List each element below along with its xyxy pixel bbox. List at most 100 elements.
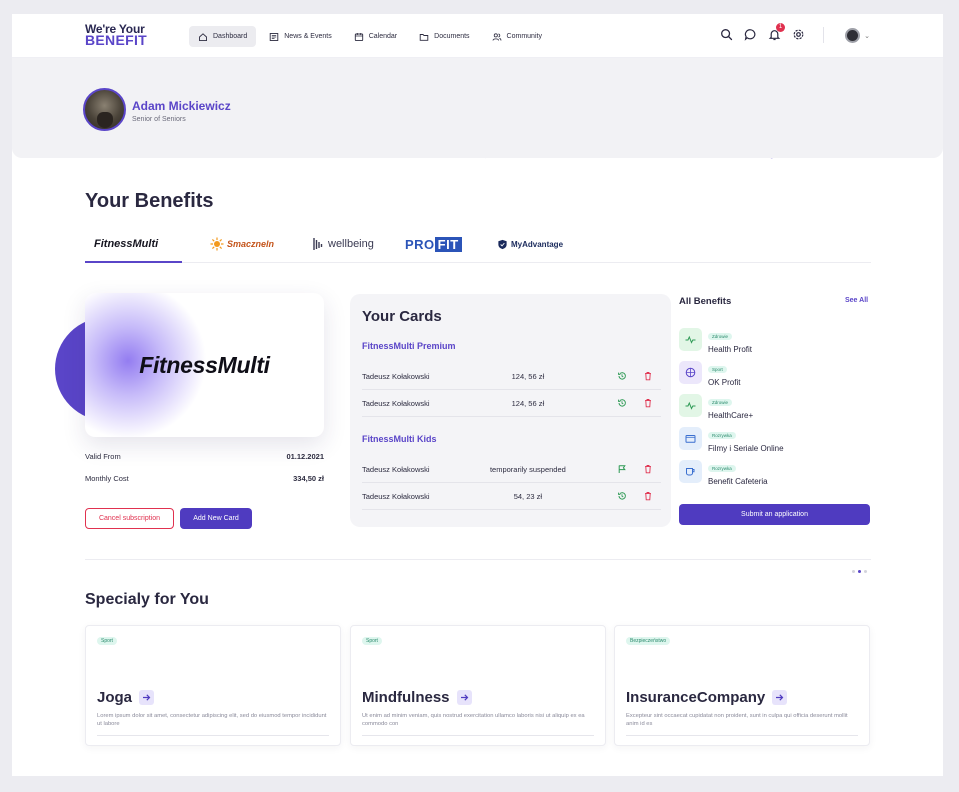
- arrow-right-button[interactable]: [772, 690, 788, 705]
- category-tag: Zdrowie: [708, 332, 733, 340]
- submit-application-button[interactable]: Submit an application: [679, 504, 870, 525]
- carousel-dot[interactable]: [852, 570, 855, 573]
- header-actions: 1: [720, 23, 805, 41]
- sun-logo-icon: [210, 237, 224, 251]
- arrow-right-button[interactable]: [139, 690, 155, 705]
- cancel-subscription-button[interactable]: Cancel subscription: [85, 508, 174, 529]
- category-tag: Rozrywka: [708, 464, 736, 472]
- card-group-title: FitnessMulti Premium: [362, 341, 456, 351]
- tab-smaczneln[interactable]: Smaczneln: [210, 226, 274, 262]
- offer-description: Excepteur sint occaecat cupidatat non pr…: [626, 713, 848, 727]
- benefit-name: Filmy i Seriale Online: [708, 443, 784, 453]
- nav-label: Calendar: [368, 33, 398, 40]
- benefit-text: Zdrowie HealthCare+: [708, 391, 753, 420]
- nav-label: Documents: [434, 33, 470, 40]
- delete-button[interactable]: [635, 371, 661, 381]
- trash-icon: [645, 399, 652, 408]
- arrow-right-icon: [460, 694, 468, 701]
- history-icon: [618, 372, 627, 380]
- cup-icon: [686, 467, 695, 475]
- category-tag: Zdrowie: [708, 398, 733, 406]
- benefit-name: OK Profit: [708, 377, 741, 387]
- offer-card-mindfulness[interactable]: Sport Mindfulness Ut enim ad minim venia…: [350, 625, 606, 746]
- card-divider: [362, 735, 594, 736]
- benefit-item-ok-profit[interactable]: Sport OK Profit: [679, 358, 869, 387]
- tab-profit[interactable]: PRO FIT: [405, 226, 462, 262]
- notifications-button[interactable]: 1: [768, 23, 785, 41]
- profile-header: Adam Mickiewicz Senior of Seniors: [12, 58, 943, 158]
- messages-button[interactable]: [744, 28, 757, 41]
- user-menu[interactable]: ⌄: [845, 28, 870, 43]
- chevron-down-icon: ⌄: [864, 32, 870, 40]
- category-tag: Rozrywka: [708, 431, 736, 439]
- tab-label: Smaczneln: [227, 239, 275, 249]
- search-icon: [721, 29, 733, 41]
- carousel-dot[interactable]: [864, 570, 867, 573]
- tab-label: FitnessMulti: [94, 238, 159, 250]
- notification-count-badge: 1: [776, 23, 785, 32]
- card-amount: 124, 56 zł: [511, 371, 545, 381]
- newspaper-icon: [270, 32, 279, 41]
- all-benefits-heading: All Benefits: [679, 296, 732, 307]
- carousel-dot-active[interactable]: [858, 570, 861, 573]
- table-row: Tadeusz Kołakowski 124, 56 zł: [362, 390, 661, 417]
- chat-bubble-icon: [744, 29, 756, 41]
- offer-title: Joga: [97, 689, 155, 706]
- special-heading: Specialy for You: [85, 591, 209, 608]
- category-tag: Sport: [708, 365, 727, 373]
- home-icon: [199, 32, 207, 41]
- delete-button[interactable]: [635, 398, 661, 408]
- benefit-item-cafeteria[interactable]: Rozrywka Benefit Cafeteria: [679, 459, 869, 486]
- history-button[interactable]: [609, 371, 635, 381]
- add-new-card-button[interactable]: Add New Card: [180, 508, 252, 529]
- offer-card-joga[interactable]: Sport Joga Lorem ipsum dolor sit amet, c…: [85, 625, 341, 746]
- see-all-link[interactable]: See All: [845, 297, 868, 304]
- section-divider: [85, 559, 871, 560]
- profile-role: Senior of Seniors: [132, 116, 186, 123]
- app-window: We're Your BENEFIT Dashboard News & Even…: [12, 14, 943, 776]
- benefit-item-health-profit[interactable]: Zdrowie Health Profit: [679, 327, 869, 354]
- nav-community[interactable]: Community: [483, 26, 551, 47]
- tab-fitnessmulti[interactable]: FitnessMulti: [85, 226, 182, 263]
- offer-title: Mindfulness: [362, 689, 472, 706]
- card-holder: Tadeusz Kołakowski: [362, 464, 430, 474]
- history-button[interactable]: [609, 491, 635, 501]
- profit-part-1: PRO: [405, 236, 435, 252]
- offer-card-insurance[interactable]: Bezpieczeństwo InsuranceCompany Excepteu…: [614, 625, 870, 746]
- trash-icon: [645, 372, 652, 381]
- bars-logo-icon: [313, 238, 323, 250]
- table-row: Tadeusz Kołakowski 124, 56 zł: [362, 363, 661, 390]
- profit-part-2: FIT: [434, 236, 462, 252]
- benefit-icon-box: [679, 327, 702, 351]
- nav-documents[interactable]: Documents: [410, 26, 478, 47]
- delete-button[interactable]: [635, 464, 661, 474]
- benefit-name: HealthCare+: [708, 410, 754, 420]
- benefit-text: Sport OK Profit: [708, 358, 740, 387]
- benefit-card-image[interactable]: FitnessMulti: [85, 293, 324, 437]
- offer-title-text: Joga: [97, 689, 133, 706]
- tab-wellbeing[interactable]: wellbeing: [313, 226, 374, 262]
- monthly-cost-row: Monthly Cost 334,50 zł: [85, 474, 324, 483]
- arrow-right-button[interactable]: [456, 690, 472, 705]
- history-button[interactable]: [609, 398, 635, 408]
- gear-icon: [793, 29, 804, 40]
- flag-button[interactable]: [609, 464, 635, 474]
- card-divider: [626, 735, 858, 736]
- search-button[interactable]: [720, 28, 733, 41]
- benefit-item-healthcare[interactable]: Zdrowie HealthCare+: [679, 391, 869, 420]
- benefit-item-filmy[interactable]: Rozrywka Filmy i Seriale Online: [679, 426, 869, 453]
- nav-calendar[interactable]: Calendar: [345, 26, 406, 47]
- delete-button[interactable]: [635, 491, 661, 501]
- brand-tabs: FitnessMulti Smaczneln wellbeing PRO FIT …: [85, 226, 871, 263]
- nav-dashboard[interactable]: Dashboard: [189, 26, 257, 47]
- benefit-icon-box: [679, 393, 702, 417]
- tab-myadvantage[interactable]: MyAdvantage: [497, 226, 563, 262]
- brand-logo[interactable]: We're Your BENEFIT: [85, 23, 147, 47]
- avatar[interactable]: [83, 88, 126, 131]
- settings-button[interactable]: [792, 28, 805, 41]
- calendar-icon: [354, 32, 363, 41]
- nav-news-events[interactable]: News & Events: [260, 26, 340, 47]
- main-nav: Dashboard News & Events Calendar Documen…: [189, 26, 551, 47]
- pulse-icon: [685, 335, 696, 344]
- benefit-name: Benefit Cafeteria: [708, 476, 768, 486]
